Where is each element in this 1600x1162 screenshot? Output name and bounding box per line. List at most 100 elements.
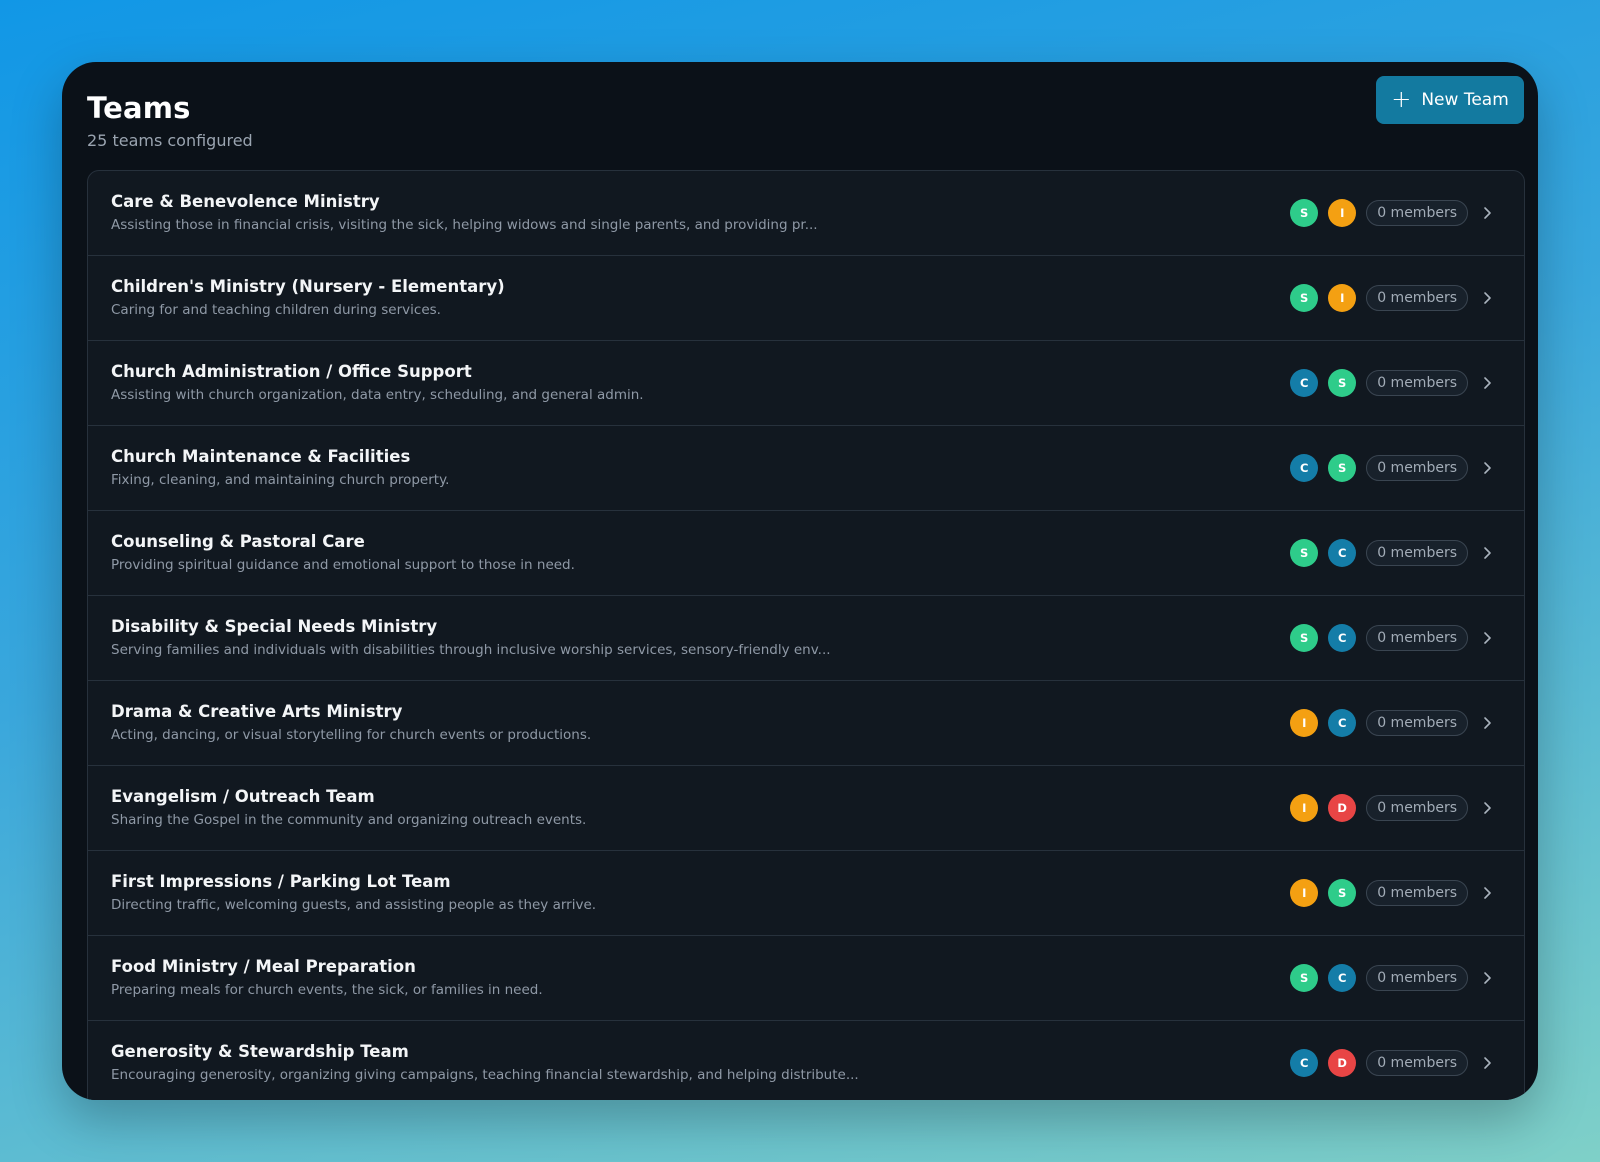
team-description: Encouraging generosity, organizing givin… xyxy=(111,1067,859,1083)
team-description: Preparing meals for church events, the s… xyxy=(111,982,543,998)
team-row[interactable]: Food Ministry / Meal Preparation Preparin… xyxy=(88,936,1524,1021)
role-avatar: I xyxy=(1328,199,1357,227)
members-count-badge: 0 members xyxy=(1366,455,1468,481)
team-meta: SC 0 members xyxy=(1290,963,1494,993)
team-row[interactable]: Generosity & Stewardship Team Encouraging… xyxy=(88,1021,1524,1100)
team-info: Evangelism / Outreach Team Sharing the Go… xyxy=(111,785,1064,831)
role-avatar: S xyxy=(1290,284,1319,312)
members-count-badge: 0 members xyxy=(1366,880,1468,906)
role-avatar: C xyxy=(1290,454,1319,482)
role-avatar: S xyxy=(1290,624,1319,652)
role-avatar: I xyxy=(1290,794,1319,822)
role-avatar: C xyxy=(1328,539,1357,567)
members-count-badge: 0 members xyxy=(1366,1050,1468,1076)
role-avatar: C xyxy=(1328,709,1357,737)
team-info: Children's Ministry (Nursery - Elementar… xyxy=(111,275,1064,321)
role-avatar: D xyxy=(1328,794,1357,822)
members-count-badge: 0 members xyxy=(1366,625,1468,651)
role-avatar: C xyxy=(1290,1049,1319,1077)
team-description: Fixing, cleaning, and maintaining church… xyxy=(111,472,450,488)
team-name: Church Maintenance & Facilities xyxy=(111,447,411,466)
team-name: Care & Benevolence Ministry xyxy=(111,192,380,211)
team-meta: SC 0 members xyxy=(1290,538,1494,568)
members-count-badge: 0 members xyxy=(1366,710,1468,736)
team-meta: CD 0 members xyxy=(1290,1048,1494,1078)
chevron-right-icon[interactable] xyxy=(1482,716,1494,730)
members-count-badge: 0 members xyxy=(1366,285,1468,311)
team-description: Serving families and individuals with di… xyxy=(111,642,831,658)
team-description: Assisting with church organization, data… xyxy=(111,387,644,403)
role-avatar: S xyxy=(1328,369,1357,397)
team-description: Providing spiritual guidance and emotion… xyxy=(111,557,575,573)
team-meta: SI 0 members xyxy=(1290,283,1494,313)
team-name: Disability & Special Needs Ministry xyxy=(111,617,438,636)
team-info: Drama & Creative Arts Ministry Acting, da… xyxy=(111,700,1064,746)
role-avatar: I xyxy=(1290,709,1319,737)
chevron-right-icon[interactable] xyxy=(1482,461,1494,475)
team-row[interactable]: Evangelism / Outreach Team Sharing the Go… xyxy=(88,766,1524,851)
members-count-badge: 0 members xyxy=(1366,200,1468,226)
role-avatar: S xyxy=(1290,199,1319,227)
team-description: Caring for and teaching children during … xyxy=(111,302,441,318)
teams-count: 25 teams configured xyxy=(87,131,253,150)
team-meta: SC 0 members xyxy=(1290,623,1494,653)
team-row[interactable]: Disability & Special Needs Ministry Servi… xyxy=(88,596,1524,681)
team-description: Acting, dancing, or visual storytelling … xyxy=(111,727,592,743)
chevron-right-icon[interactable] xyxy=(1482,376,1494,390)
team-name: Evangelism / Outreach Team xyxy=(111,787,375,806)
teams-panel: Teams 25 teams configured + New Team Car… xyxy=(62,62,1538,1100)
chevron-right-icon[interactable] xyxy=(1482,1056,1494,1070)
team-list: Care & Benevolence Ministry Assisting tho… xyxy=(87,170,1525,1100)
chevron-right-icon[interactable] xyxy=(1482,546,1494,560)
team-row[interactable]: Church Maintenance & Facilities Fixing, c… xyxy=(88,426,1524,511)
team-name: Church Administration / Office Support xyxy=(111,362,472,381)
team-info: Care & Benevolence Ministry Assisting tho… xyxy=(111,190,1064,236)
members-count-badge: 0 members xyxy=(1366,795,1468,821)
team-row[interactable]: First Impressions / Parking Lot Team Dire… xyxy=(88,851,1524,936)
new-team-label: New Team xyxy=(1421,90,1509,110)
team-name: First Impressions / Parking Lot Team xyxy=(111,872,451,891)
role-avatar: C xyxy=(1290,369,1319,397)
team-info: First Impressions / Parking Lot Team Dire… xyxy=(111,870,1064,916)
team-name: Drama & Creative Arts Ministry xyxy=(111,702,403,721)
team-info: Church Maintenance & Facilities Fixing, c… xyxy=(111,445,1064,491)
team-row[interactable]: Children's Ministry (Nursery - Elementar… xyxy=(88,256,1524,341)
role-avatar: I xyxy=(1290,879,1319,907)
new-team-button[interactable]: + New Team xyxy=(1376,76,1524,124)
team-name: Food Ministry / Meal Preparation xyxy=(111,957,416,976)
team-meta: IS 0 members xyxy=(1290,878,1494,908)
page-header: Teams 25 teams configured + New Team xyxy=(87,76,1524,176)
members-count-badge: 0 members xyxy=(1366,540,1468,566)
chevron-right-icon[interactable] xyxy=(1482,206,1494,220)
members-count-badge: 0 members xyxy=(1366,965,1468,991)
team-row[interactable]: Drama & Creative Arts Ministry Acting, da… xyxy=(88,681,1524,766)
team-meta: ID 0 members xyxy=(1290,793,1494,823)
team-info: Food Ministry / Meal Preparation Preparin… xyxy=(111,955,1064,1001)
chevron-right-icon[interactable] xyxy=(1482,291,1494,305)
chevron-right-icon[interactable] xyxy=(1482,801,1494,815)
chevron-right-icon[interactable] xyxy=(1482,886,1494,900)
team-info: Church Administration / Office Support As… xyxy=(111,360,1064,406)
team-meta: IC 0 members xyxy=(1290,708,1494,738)
team-meta: CS 0 members xyxy=(1290,453,1494,483)
role-avatar: S xyxy=(1290,539,1319,567)
team-row[interactable]: Counseling & Pastoral Care Providing spir… xyxy=(88,511,1524,596)
team-info: Counseling & Pastoral Care Providing spir… xyxy=(111,530,1064,576)
team-row[interactable]: Church Administration / Office Support As… xyxy=(88,341,1524,426)
chevron-right-icon[interactable] xyxy=(1482,631,1494,645)
team-name: Children's Ministry (Nursery - Elementar… xyxy=(111,277,505,296)
role-avatar: I xyxy=(1328,284,1357,312)
team-meta: SI 0 members xyxy=(1290,198,1494,228)
chevron-right-icon[interactable] xyxy=(1482,971,1494,985)
team-name: Counseling & Pastoral Care xyxy=(111,532,365,551)
role-avatar: S xyxy=(1290,964,1319,992)
members-count-badge: 0 members xyxy=(1366,370,1468,396)
team-description: Assisting those in financial crisis, vis… xyxy=(111,217,818,233)
team-info: Generosity & Stewardship Team Encouraging… xyxy=(111,1040,1064,1086)
team-info: Disability & Special Needs Ministry Servi… xyxy=(111,615,1064,661)
plus-icon: + xyxy=(1391,85,1412,113)
role-avatar: C xyxy=(1328,624,1357,652)
role-avatar: S xyxy=(1328,454,1357,482)
team-meta: CS 0 members xyxy=(1290,368,1494,398)
team-row[interactable]: Care & Benevolence Ministry Assisting tho… xyxy=(88,171,1524,256)
